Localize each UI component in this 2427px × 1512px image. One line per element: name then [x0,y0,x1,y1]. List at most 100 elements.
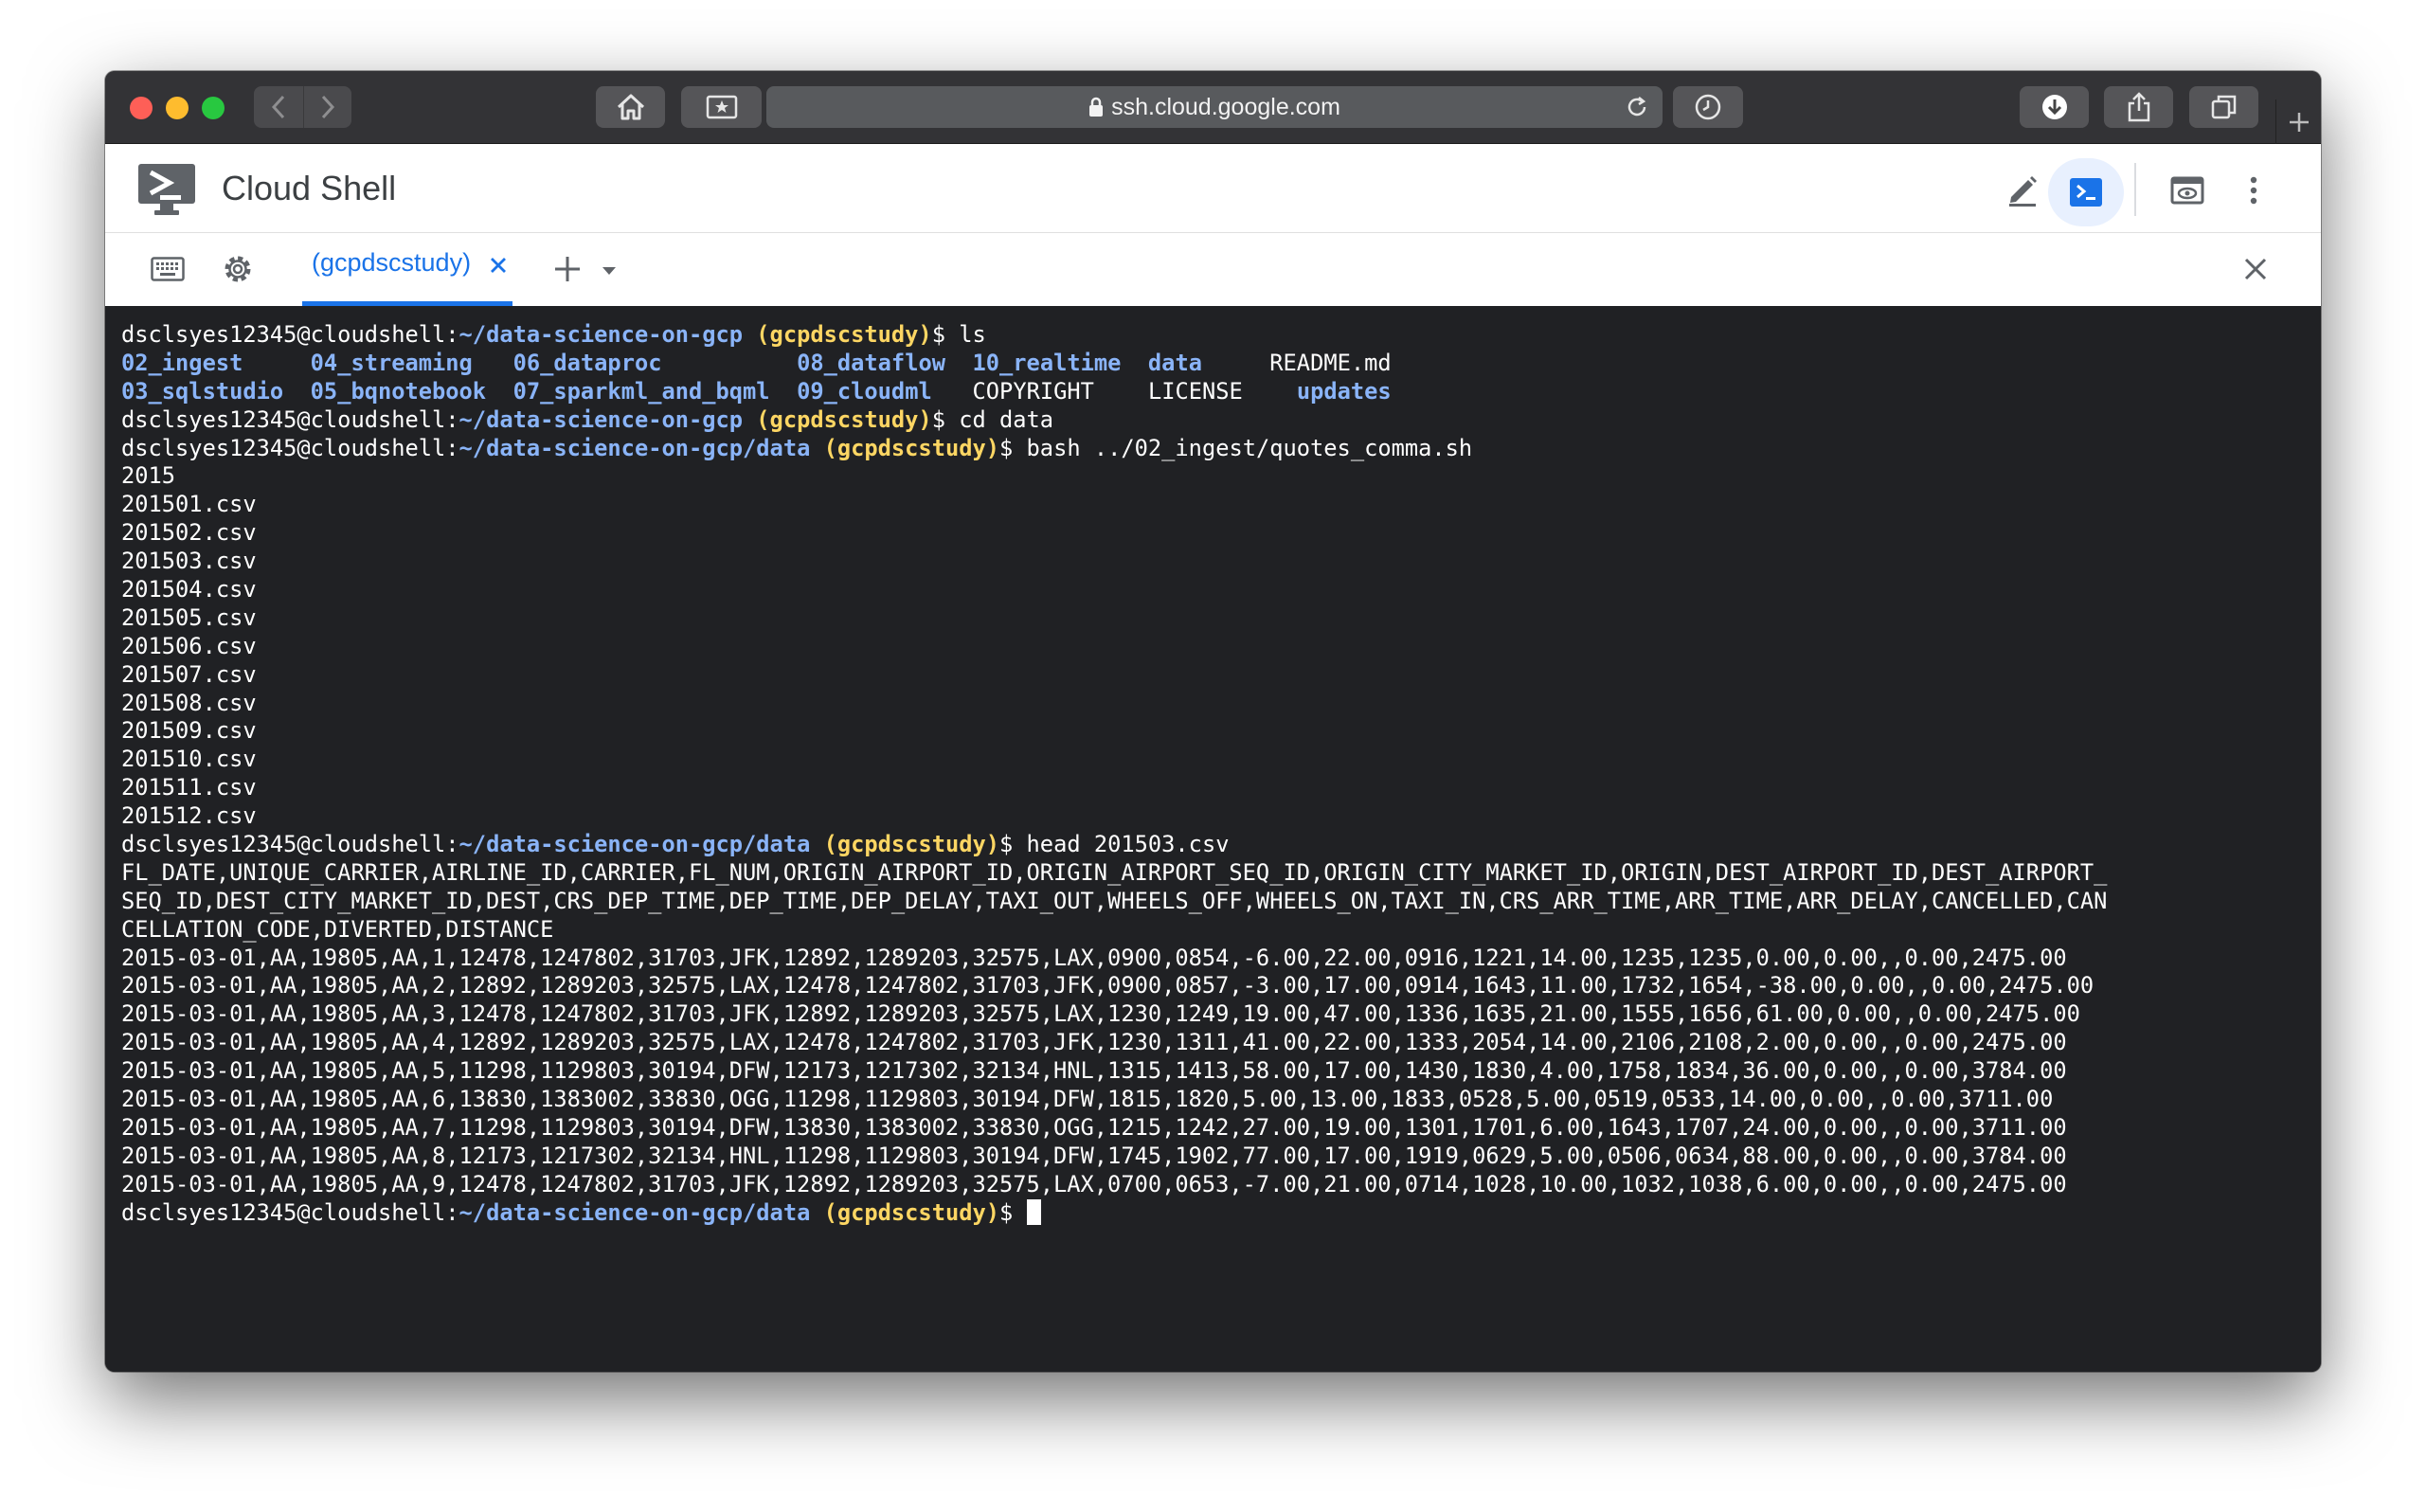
tabs-icon [2211,95,2236,119]
prompt-project: (gcpdscstudy) [756,321,932,348]
csv-line: 2015-03-01,AA,19805,AA,8,12173,1217302,3… [121,1142,2067,1169]
prompt-path: ~/data-science-on-gcp [458,321,744,348]
head-output: FL_DATE,UNIQUE_CARRIER,AIRLINE_ID,CARRIE… [121,859,2321,1199]
output-line: 201506.csv [121,632,257,659]
terminal-cursor [1026,1198,1041,1225]
csv-line: 2015-03-01,AA,19805,AA,6,13830,1383002,3… [121,1086,2054,1113]
url-text: ssh.cloud.google.com [1111,93,1340,120]
browser-window: ssh.cloud.google.com Cloud Shell (gcpdsc… [105,71,2321,1372]
output-line: 201512.csv [121,802,257,830]
command-text: head 201503.csv [1026,831,1230,858]
minimize-window-button[interactable] [166,97,189,119]
history-button[interactable] [1673,86,1743,128]
ls-output-line: 03_sqlstudio 05_bqnotebook 07_sparkml_an… [121,377,1392,405]
prompt-project: (gcpdscstudy) [823,831,1000,858]
gear-icon [225,256,251,282]
terminal-icon [2070,178,2102,207]
more-vert-icon [2250,176,2257,205]
toolbar-divider [2134,163,2136,216]
close-icon[interactable] [487,254,510,277]
output-line: 201501.csv [121,491,257,518]
close-window-button[interactable] [130,97,153,119]
csv-line: FL_DATE,UNIQUE_CARRIER,AIRLINE_ID,CARRIE… [121,858,2108,886]
forward-button[interactable] [302,86,352,128]
lock-icon [1089,97,1104,117]
web-preview-button[interactable] [2164,168,2211,213]
new-tab-button[interactable] [2275,99,2321,145]
nav-buttons [254,86,351,128]
prompt-line: dsclsyes12345@cloudshell:~/data-science-… [121,434,1473,461]
more-options-button[interactable] [2235,168,2273,213]
prompt-line: dsclsyes12345@cloudshell:~/data-science-… [121,321,986,348]
ls-output-line: 02_ingest 04_streaming 06_dataproc 08_da… [121,349,1392,376]
prompt-path: ~/data-science-on-gcp/data [458,434,811,461]
plus-icon [2289,113,2309,132]
add-session-button[interactable] [548,250,586,288]
cloud-shell-logo-icon [138,164,195,215]
output-line: 201502.csv [121,519,257,547]
tab-overview-button[interactable] [2189,86,2258,128]
csv-line: 2015-03-01,AA,19805,AA,4,12892,1289203,3… [121,1029,2067,1056]
output-line: 201509.csv [121,717,257,745]
prompt-line: dsclsyes12345@cloudshell:~/data-science-… [121,831,1230,858]
close-shell-button[interactable] [2237,250,2274,288]
csv-line: 2015-03-01,AA,19805,AA,1,12478,1247802,3… [121,944,2067,971]
back-button[interactable] [254,86,303,128]
prompt-path: ~/data-science-on-gcp [458,405,744,433]
add-session-dropdown[interactable] [600,261,619,280]
keyboard-icon [151,257,185,281]
prompt-project: (gcpdscstudy) [823,434,1000,461]
output-line: 2015 [121,462,176,490]
close-icon [2244,258,2267,280]
tab-label: (gcpdscstudy) [312,248,472,277]
favorites-button[interactable] [681,86,762,128]
star-icon [706,95,737,119]
zoom-window-button[interactable] [202,97,225,119]
browser-toolbar: ssh.cloud.google.com [105,71,2321,145]
chevron-right-icon [321,95,334,119]
output-line: 201503.csv [121,548,257,575]
prompt-line: dsclsyes12345@cloudshell:~/data-science-… [121,405,1054,433]
open-editor-button[interactable] [2000,168,2045,213]
settings-button[interactable] [217,248,259,290]
pencil-icon [2009,176,2037,207]
web-preview-icon [2170,176,2204,205]
address-bar[interactable]: ssh.cloud.google.com [766,86,1663,128]
tab-gcpdscstudy[interactable]: (gcpdscstudy) [302,233,512,306]
output-line: 201505.csv [121,603,257,631]
chevron-left-icon [271,95,284,119]
share-icon [2128,92,2149,122]
csv-line: SEQ_ID,DEST_CITY_MARKET_ID,DEST,CRS_DEP_… [121,887,2108,914]
download-icon [2041,95,2067,119]
downloads-button[interactable] [2020,86,2089,128]
output-line: 201508.csv [121,689,257,716]
arrow-drop-down-icon [602,267,616,275]
home-button[interactable] [596,86,665,128]
session-tabbar: (gcpdscstudy) [105,233,2321,306]
cloud-shell-header: Cloud Shell (gcpdscstudy) [105,144,2321,306]
app-title: Cloud Shell [222,169,397,207]
output-line: 201504.csv [121,576,257,603]
command-text: bash ../02_ingest/quotes_comma.sh [1026,434,1473,461]
csv-line: 2015-03-01,AA,19805,AA,9,12478,1247802,3… [121,1170,2067,1197]
bash-output: 2015 201501.csv 201502.csv 201503.csv 201504… [121,462,2321,831]
output-line: 201511.csv [121,774,257,801]
share-button[interactable] [2104,86,2173,128]
csv-line: 2015-03-01,AA,19805,AA,3,12478,1247802,3… [121,1000,2080,1028]
command-text: ls [959,321,986,348]
open-terminal-button[interactable] [2048,158,2124,226]
prompt-line: dsclsyes12345@cloudshell:~/data-science-… [121,1198,2321,1228]
output-line: 201507.csv [121,660,257,688]
csv-line: 2015-03-01,AA,19805,AA,2,12892,1289203,3… [121,972,2094,999]
keyboard-button[interactable] [145,250,190,288]
clock-icon [1695,94,1721,120]
terminal[interactable]: dsclsyes12345@cloudshell:~/data-science-… [105,306,2321,1372]
home-icon [617,94,644,120]
plus-icon [555,257,580,281]
prompt-path: ~/data-science-on-gcp/data [458,831,811,858]
csv-line: 2015-03-01,AA,19805,AA,7,11298,1129803,3… [121,1113,2067,1141]
prompt-project: (gcpdscstudy) [756,405,932,433]
csv-line: 2015-03-01,AA,19805,AA,5,11298,1129803,3… [121,1057,2067,1085]
reload-icon[interactable] [1625,94,1649,120]
command-text: cd data [959,405,1054,433]
